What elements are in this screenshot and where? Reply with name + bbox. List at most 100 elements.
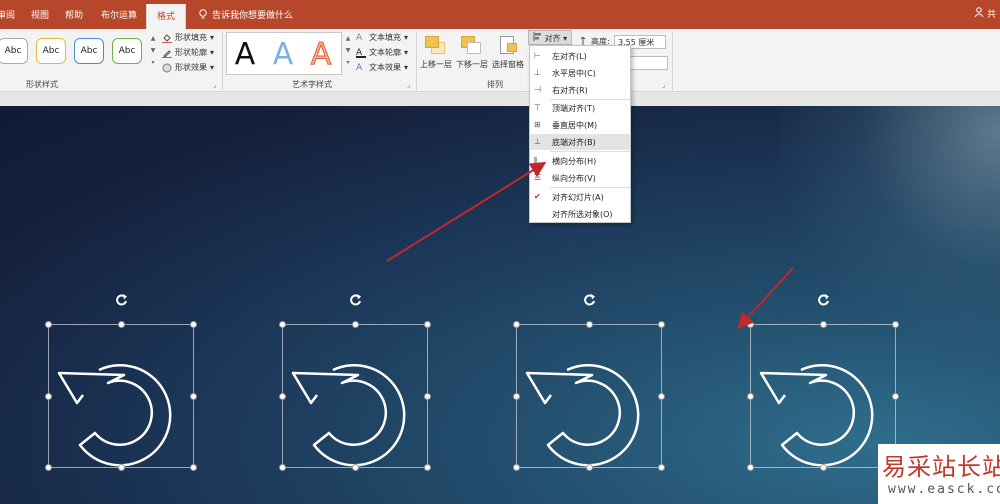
wordart-orange[interactable]: A [303,36,339,74]
shape-style-blue[interactable]: Abc [74,38,104,64]
resize-handle[interactable] [513,464,520,471]
menu-item-align-selected[interactable]: 对齐所选对象(O) [530,206,630,222]
shape-outline-button[interactable]: 形状轮廓 ▾ [162,47,214,58]
divider [416,32,417,90]
shape-style-green[interactable]: Abc [112,38,142,64]
resize-handle[interactable] [658,393,665,400]
menu-item-align-middle[interactable]: ⊞ 垂直居中(M) [530,117,630,133]
rotate-handle-icon[interactable] [817,293,831,307]
tab-help[interactable]: 帮助 [65,8,83,21]
wordart-black[interactable]: A [227,36,263,74]
resize-handle[interactable] [892,321,899,328]
group-label-wordart: 艺术字样式 [292,80,332,89]
resize-handle[interactable] [424,393,431,400]
tab-review[interactable]: 审阅 [0,8,15,21]
align-top-icon: ⊤ [534,103,541,112]
share-button[interactable]: 共 [974,7,996,20]
resize-handle[interactable] [513,393,520,400]
tab-boolean-ops[interactable]: 布尔运算 [101,8,137,21]
resize-handle[interactable] [513,321,520,328]
align-button[interactable]: 对齐 ▾ [528,30,573,45]
resize-handle[interactable] [658,321,665,328]
resize-handle[interactable] [118,321,125,328]
resize-handle[interactable] [747,321,754,328]
tell-me-text: 告诉我你想要做什么 [212,11,294,21]
refresh-arrow-shape-2[interactable] [279,294,431,471]
refresh-arrow-shape-1[interactable] [45,294,197,471]
tab-view[interactable]: 视图 [31,8,49,21]
resize-handle[interactable] [424,321,431,328]
resize-handle[interactable] [45,393,52,400]
send-backward-icon [461,34,483,56]
pen-icon [162,49,172,58]
shape-effect-icon [162,63,172,72]
resize-handle[interactable] [190,321,197,328]
menu-item-align-top[interactable]: ⊤ 顶端对齐(T) [530,100,630,116]
shape-style-gold[interactable]: Abc [36,38,66,64]
selection-pane-button[interactable]: 选择窗格 [492,32,524,70]
shape-fill-button[interactable]: 形状填充 ▾ [162,32,214,43]
menu-item-align-center[interactable]: ⊥ 水平居中(C) [530,65,630,81]
resize-handle[interactable] [586,321,593,328]
ribbon: Abc Abc Abc Abc ▲ ▼ ▾ 形状填充 ▾ 形状轮廓 ▾ 形状效果 ▾ 形状… [0,29,1000,92]
resize-handle[interactable] [424,464,431,471]
resize-handle[interactable] [118,464,125,471]
resize-handle[interactable] [820,321,827,328]
rotate-handle-icon[interactable] [115,293,129,307]
text-outline-button[interactable]: A 文本轮廓 ▾ [356,47,408,58]
size-launcher-icon[interactable]: ⌟ [662,81,665,89]
tell-me-box[interactable]: 告诉我你想要做什么 [198,8,293,21]
shape-styles-launcher-icon[interactable]: ⌟ [213,81,216,89]
resize-handle[interactable] [352,321,359,328]
lightbulb-icon [199,9,207,19]
rotate-handle-icon[interactable] [583,293,597,307]
text-outline-icon: A [356,48,366,58]
resize-handle[interactable] [45,464,52,471]
shape-style-gray[interactable]: Abc [0,38,28,64]
resize-handle[interactable] [747,393,754,400]
menu-item-distribute-vertical[interactable]: ☰ 纵向分布(V) [530,170,630,186]
refresh-arrow-shape-3[interactable] [513,294,665,471]
resize-handle[interactable] [586,464,593,471]
resize-handle[interactable] [190,393,197,400]
width-field[interactable] [630,56,668,70]
text-effect-button[interactable]: A 文本效果 ▾ [356,62,408,73]
resize-handle[interactable] [190,464,197,471]
resize-handle[interactable] [279,393,286,400]
tab-format[interactable]: 格式 [146,4,187,29]
refresh-arrow-icon [525,364,640,467]
align-left-icon: ⊢ [534,51,541,60]
wordart-launcher-icon[interactable]: ⌟ [407,81,410,89]
send-backward-button[interactable]: 下移一层 [456,32,488,70]
text-fill-button[interactable]: A 文本填充 ▾ [356,32,408,43]
distribute-horizontal-icon: ⫴ [534,156,538,165]
resize-handle[interactable] [747,464,754,471]
divider [672,32,673,90]
resize-handle[interactable] [820,464,827,471]
shape-effect-button[interactable]: 形状效果 ▾ [162,62,214,73]
text-fill-icon: A [356,32,363,43]
bring-forward-icon [425,34,447,56]
shape-style-scroll[interactable]: ▲ ▼ ▾ [148,33,158,69]
menu-item-distribute-horizontal[interactable]: ⫴ 横向分布(H) [530,153,630,169]
watermark-url: www.easck.com [888,482,1000,497]
menu-separator [550,151,630,152]
wordart-scroll[interactable]: ▲ ▼ ▾ [343,33,353,69]
menu-item-align-left[interactable]: ⊢ 左对齐(L) [530,48,630,64]
resize-handle[interactable] [279,321,286,328]
bring-forward-button[interactable]: 上移一层 [420,32,452,70]
menu-item-align-bottom[interactable]: ⊥ 底端对齐(B) [530,134,630,150]
shape-outline-label: 形状轮廓 [175,48,207,57]
resize-handle[interactable] [658,464,665,471]
refresh-arrow-shape-4[interactable] [747,294,899,471]
rotate-handle-icon[interactable] [349,293,363,307]
resize-handle[interactable] [279,464,286,471]
resize-handle[interactable] [892,393,899,400]
distribute-vertical-icon: ☰ [534,173,542,182]
resize-handle[interactable] [45,321,52,328]
menu-item-align-to-slide[interactable]: ✔ 对齐幻灯片(A) [530,189,630,205]
resize-handle[interactable] [352,464,359,471]
wordart-blue[interactable]: A [265,36,301,74]
menu-item-align-right[interactable]: ⊣ 右对齐(R) [530,82,630,98]
slide-canvas[interactable] [0,106,1000,504]
